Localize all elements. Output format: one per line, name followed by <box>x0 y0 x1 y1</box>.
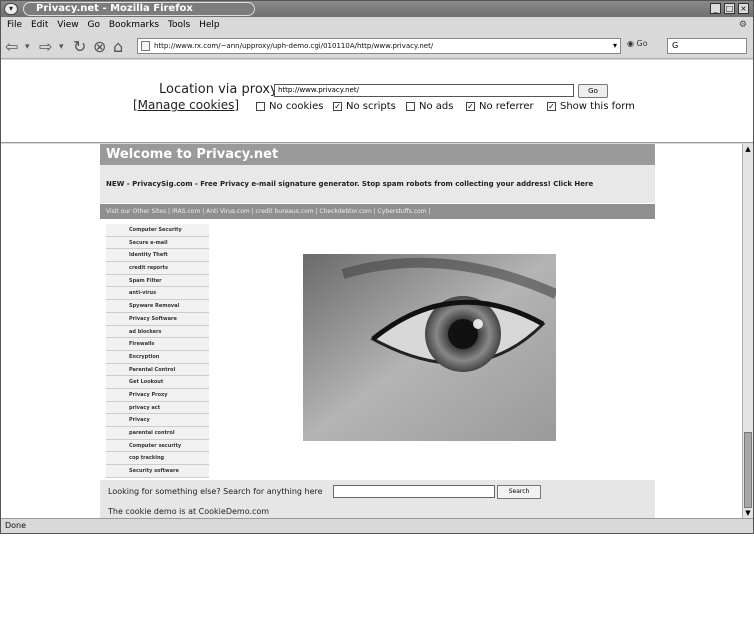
show-form-label: Show this form <box>560 101 635 112</box>
proxy-form: Location via proxy: http://www.privacy.n… <box>1 60 753 143</box>
nav-item[interactable]: Security software <box>106 465 209 478</box>
nav-item[interactable]: Computer Security <box>106 224 209 237</box>
nav-item[interactable]: credit reports <box>106 262 209 275</box>
page-content: Welcome to Privacy.net NEW - PrivacySig.… <box>1 144 743 518</box>
eye-photo <box>303 254 556 441</box>
status-bar: Done <box>1 518 753 533</box>
option-no-referrer[interactable]: ✓ No referrer <box>466 101 534 112</box>
reload-icon[interactable]: ↻ <box>73 37 86 56</box>
nav-item[interactable]: Privacy Software <box>106 312 209 326</box>
no-cookies-label: No cookies <box>269 101 324 112</box>
side-navigation: Computer Security Secure e-mail Identity… <box>106 224 209 478</box>
nav-item[interactable]: cop tracking <box>106 452 209 466</box>
menu-view[interactable]: View <box>57 18 78 32</box>
search-engine-icon[interactable]: G <box>672 41 678 50</box>
forward-dropdown-icon[interactable]: ▾ <box>59 42 64 52</box>
search-label: Looking for something else? Search for a… <box>108 487 323 496</box>
stop-icon[interactable]: ⊗ <box>93 37 106 56</box>
forward-icon[interactable]: ⇨ <box>39 37 52 56</box>
nav-item[interactable]: parental control <box>106 427 209 440</box>
close-button[interactable]: × <box>738 3 749 14</box>
menu-tools[interactable]: Tools <box>168 18 190 32</box>
no-ads-label: No ads <box>419 101 454 112</box>
nav-item[interactable]: Privacy Proxy <box>106 388 209 402</box>
nav-item[interactable]: Secure e-mail <box>106 236 209 250</box>
menu-file[interactable]: File <box>7 18 22 32</box>
proxy-url-input[interactable]: http://www.privacy.net/ <box>274 84 574 97</box>
nav-item[interactable]: Privacy <box>106 414 209 427</box>
cookie-demo-note: The cookie demo is at CookieDemo.com <box>108 507 270 516</box>
go-button[interactable]: ◉ Go <box>627 39 648 48</box>
option-no-cookies[interactable]: No cookies <box>256 101 323 112</box>
throbber-icon: ⚙ <box>738 20 747 30</box>
home-icon[interactable]: ⌂ <box>113 37 123 56</box>
go-label: Go <box>636 39 648 48</box>
search-section: Looking for something else? Search for a… <box>100 480 655 518</box>
welcome-header: Welcome to Privacy.net <box>100 144 655 165</box>
back-dropdown-icon[interactable]: ▾ <box>25 42 30 52</box>
eye-illustration <box>303 254 556 441</box>
no-referrer-label: No referrer <box>479 101 534 112</box>
nav-item[interactable]: Identity Theft <box>106 249 209 263</box>
news-banner-link[interactable]: NEW - PrivacySig.com - Free Privacy e-ma… <box>100 165 655 203</box>
nav-item[interactable]: Encryption <box>106 350 209 364</box>
nav-item[interactable]: Computer security <box>106 439 209 453</box>
show-form-checkbox[interactable]: ✓ <box>547 102 556 111</box>
menu-bar: File Edit View Go Bookmarks Tools Help ⚙ <box>1 18 753 32</box>
scroll-thumb[interactable] <box>744 432 752 508</box>
menu-edit[interactable]: Edit <box>31 18 48 32</box>
page-icon <box>141 41 150 51</box>
other-sites-bar[interactable]: Visit our Other Sites | IRAS.com | Anti … <box>100 204 655 219</box>
proxy-location-label: Location via proxy: <box>159 82 282 97</box>
nav-item[interactable]: anti-virus <box>106 287 209 301</box>
nav-item[interactable]: Spam Filter <box>106 274 209 288</box>
nav-item[interactable]: privacy act <box>106 401 209 415</box>
vertical-scrollbar[interactable]: ▲ ▼ <box>742 144 753 518</box>
title-bar: ▾ Privacy.net - Mozilla Firefox _ □ × <box>1 1 753 17</box>
menu-help[interactable]: Help <box>199 18 220 32</box>
nav-item[interactable]: Get Lookout <box>106 376 209 389</box>
nav-item[interactable]: ad blockers <box>106 325 209 339</box>
no-scripts-checkbox[interactable]: ✓ <box>333 102 342 111</box>
menu-go[interactable]: Go <box>87 18 99 32</box>
proxy-go-button[interactable]: Go <box>578 84 608 98</box>
site-search-button[interactable]: Search <box>497 485 541 499</box>
no-ads-checkbox[interactable] <box>406 102 415 111</box>
url-dropdown-icon[interactable]: ▾ <box>609 39 621 53</box>
scroll-up-icon[interactable]: ▲ <box>743 145 753 153</box>
back-icon[interactable]: ⇦ <box>5 37 18 56</box>
minimize-button[interactable]: _ <box>710 3 721 14</box>
window-title: Privacy.net - Mozilla Firefox <box>23 2 255 16</box>
maximize-button[interactable]: □ <box>724 3 735 14</box>
no-referrer-checkbox[interactable]: ✓ <box>466 102 475 111</box>
navigation-toolbar: ⇦ ▾ ⇨ ▾ ↻ ⊗ ⌂ http://www.rx.com/~ann/upp… <box>1 33 753 59</box>
option-no-scripts[interactable]: ✓ No scripts <box>333 101 396 112</box>
url-text: http://www.rx.com/~ann/upproxy/uph-demo.… <box>154 42 434 50</box>
nav-item[interactable]: Parental Control <box>106 363 209 377</box>
option-no-ads[interactable]: No ads <box>406 101 453 112</box>
nav-item[interactable]: Spyware Removal <box>106 300 209 313</box>
scroll-down-icon[interactable]: ▼ <box>743 509 753 517</box>
search-input[interactable]: G <box>667 38 747 54</box>
browser-window: ▾ Privacy.net - Mozilla Firefox _ □ × Fi… <box>0 0 754 534</box>
no-scripts-label: No scripts <box>346 101 396 112</box>
url-bar[interactable]: http://www.rx.com/~ann/upproxy/uph-demo.… <box>137 38 621 54</box>
no-cookies-checkbox[interactable] <box>256 102 265 111</box>
window-menu-icon[interactable]: ▾ <box>4 3 18 15</box>
option-show-form[interactable]: ✓ Show this form <box>547 101 635 112</box>
nav-item[interactable]: Firewalls <box>106 338 209 351</box>
menu-bookmarks[interactable]: Bookmarks <box>109 18 159 32</box>
manage-cookies-link[interactable]: [Manage cookies] <box>133 98 239 112</box>
site-search-input[interactable] <box>333 485 495 498</box>
